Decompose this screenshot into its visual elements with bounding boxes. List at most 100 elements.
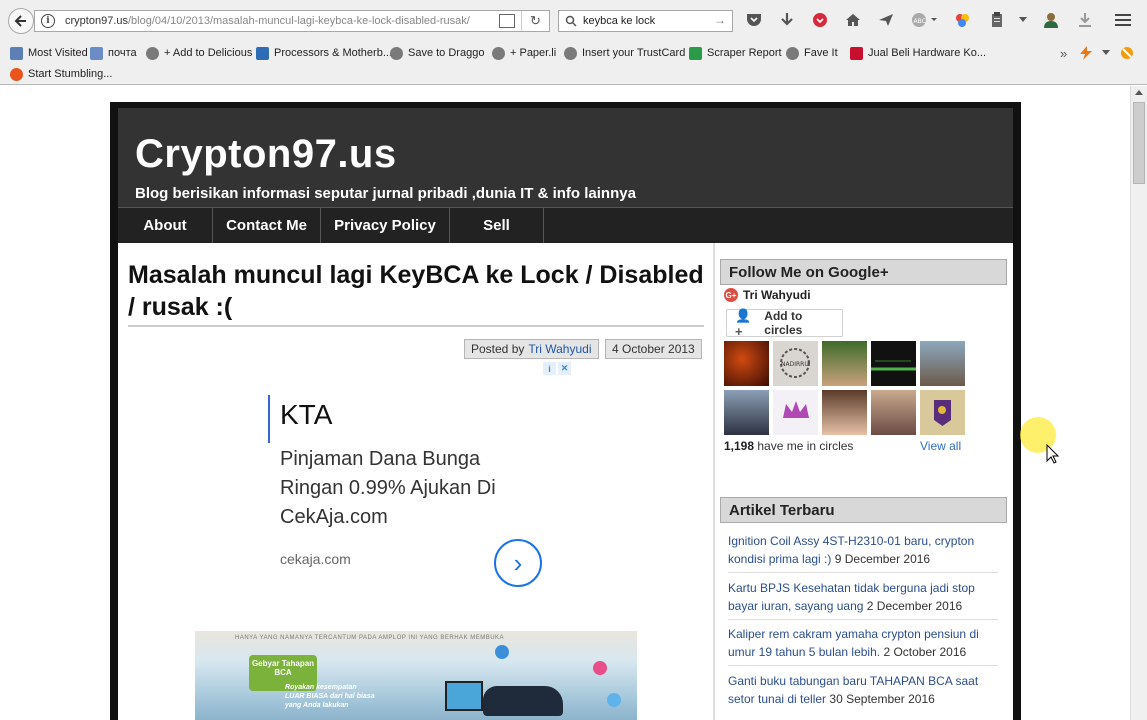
ad-domain[interactable]: cekaja.com: [280, 551, 351, 567]
downloads-icon[interactable]: [778, 11, 796, 29]
list-item[interactable]: Ignition Coil Assy 4ST-H2310-01 baru, cr…: [728, 532, 998, 573]
back-button[interactable]: [8, 8, 34, 34]
send-icon[interactable]: [877, 11, 895, 29]
download-status-icon[interactable]: [1076, 11, 1094, 29]
pocket-icon[interactable]: [745, 11, 763, 29]
blog-header: Crypton97.us Blog berisikan informasi se…: [118, 108, 1013, 207]
url-text[interactable]: crypton97.us/blog/04/10/2013/masalah-mun…: [65, 15, 485, 27]
menu-icon[interactable]: [1114, 11, 1132, 29]
nav-sell[interactable]: Sell: [450, 208, 544, 243]
bookmark-label: Scraper Report: [707, 47, 782, 59]
add-to-circles-button[interactable]: 👤+ Add to circles: [726, 308, 843, 339]
avatar[interactable]: [724, 341, 769, 386]
list-item[interactable]: Kaliper rem cakram yamaha crypton pensiu…: [728, 625, 998, 666]
bookmark-label: Fave It: [804, 47, 838, 59]
bookmark-label: + Paper.li: [510, 47, 557, 59]
browser-toolbar: i crypton97.us/blog/04/10/2013/masalah-m…: [0, 0, 1147, 41]
bookmark-stumbleupon[interactable]: Start Stumbling...: [10, 66, 112, 82]
bookmark-jualbeli[interactable]: Jual Beli Hardware Ko...: [850, 45, 986, 61]
url-bar[interactable]: i crypton97.us/blog/04/10/2013/masalah-m…: [34, 10, 550, 32]
bookmark-scraper[interactable]: Scraper Report: [689, 45, 782, 61]
recent-articles-heading: Artikel Terbaru: [720, 497, 1007, 523]
nav-about[interactable]: About: [118, 208, 213, 243]
laptop-graphic: [445, 681, 483, 711]
profile-name[interactable]: Tri Wahyudi: [743, 288, 811, 302]
bookmarks-toolbar: Most Visited почта + Add to Delicious Pr…: [0, 41, 1147, 85]
bookmark-faveit[interactable]: Fave It: [786, 45, 838, 61]
view-all-link[interactable]: View all: [920, 439, 961, 453]
block-icon: [1121, 47, 1133, 59]
reload-button[interactable]: ↻: [521, 11, 549, 31]
bookmark-label: Insert your TrustCard: [582, 47, 686, 59]
spellcheck-icon[interactable]: ABC: [910, 11, 940, 29]
search-input[interactable]: keybca ke lock: [583, 15, 655, 27]
avatar[interactable]: [871, 390, 916, 435]
site-title[interactable]: Crypton97.us: [135, 132, 397, 177]
double-chevron-icon: »: [1060, 45, 1068, 61]
stumbleupon-icon: [10, 67, 23, 81]
site-description: Blog berisikan informasi seputar jurnal …: [135, 185, 636, 202]
scroll-up-arrow-icon[interactable]: [1135, 90, 1143, 95]
nav-privacy-policy[interactable]: Privacy Policy: [321, 208, 450, 243]
google-plus-profile[interactable]: G+ Tri Wahyudi: [724, 288, 811, 302]
balloon-graphic: [593, 661, 607, 675]
info-icon[interactable]: i: [543, 362, 556, 375]
avatar[interactable]: [822, 390, 867, 435]
post-author-box: Posted by Tri Wahyudi: [464, 339, 599, 359]
nav-contact[interactable]: Contact Me: [213, 208, 321, 243]
nav-bar: About Contact Me Privacy Policy Sell: [118, 207, 1013, 243]
bookmark-processors[interactable]: Processors & Motherb...: [256, 45, 392, 61]
promo-text: Royakan kesempatan LUAR BIASA dari hal b…: [285, 684, 375, 709]
home-icon[interactable]: [844, 11, 862, 29]
site-info-icon[interactable]: i: [41, 14, 55, 28]
post-image[interactable]: HANYA YANG NAMANYA TERCANTUM PADA AMPLOP…: [195, 631, 637, 720]
bookmark-label: Processors & Motherb...: [274, 47, 392, 59]
avatar[interactable]: NADIRRU: [773, 341, 818, 386]
scrollbar-thumb[interactable]: [1133, 102, 1145, 184]
advertisement[interactable]: KTA Pinjaman Dana Bunga Ringan 0.99% Aju…: [268, 395, 568, 595]
posted-by-label: Posted by: [471, 342, 525, 356]
blog-container: Crypton97.us Blog berisikan informasi se…: [118, 108, 1013, 720]
list-item[interactable]: Ganti buku tabungan baru TAHAPAN BCA saa…: [728, 672, 998, 712]
post-title[interactable]: Masalah muncul lagi KeyBCA ke Lock / Dis…: [128, 259, 704, 323]
search-go-icon[interactable]: →: [714, 13, 726, 27]
bookmark-delicious[interactable]: + Add to Delicious: [146, 45, 252, 61]
add-to-circles-label: Add to circles: [764, 309, 803, 337]
article-date: 9 December 2016: [834, 552, 931, 566]
bookmark-draggo[interactable]: Save to Draggo: [390, 45, 484, 61]
extension-dropdown[interactable]: [1102, 45, 1110, 61]
avatar[interactable]: [724, 390, 769, 435]
search-bar[interactable]: keybca ke lock →: [558, 10, 733, 32]
close-icon[interactable]: ✕: [558, 362, 571, 375]
bookmark-label: Most Visited: [28, 47, 88, 59]
blocker-extension[interactable]: [1120, 45, 1134, 61]
bookmarks-overflow[interactable]: »: [1060, 45, 1067, 61]
pocket-save-icon[interactable]: [811, 11, 829, 29]
url-path: /blog/04/10/2013/masalah-muncul-lagi-key…: [127, 15, 470, 27]
bookmark-most-visited[interactable]: Most Visited: [10, 45, 88, 61]
adchoices-badge[interactable]: i ✕: [543, 362, 572, 375]
flash-extension[interactable]: [1078, 45, 1094, 61]
chrome-extension-icon[interactable]: [953, 11, 971, 29]
clipboard-icon[interactable]: [988, 11, 1006, 29]
reader-view-icon[interactable]: [499, 14, 515, 28]
list-item[interactable]: Kartu BPJS Kesehatan tidak berguna jadi …: [728, 579, 998, 620]
avatar[interactable]: [920, 390, 965, 435]
chevron-down-icon[interactable]: [1014, 11, 1032, 29]
avatar[interactable]: [773, 390, 818, 435]
bookmark-trustcard[interactable]: Insert your TrustCard: [564, 45, 685, 61]
post: Masalah muncul lagi KeyBCA ke Lock / Dis…: [128, 243, 704, 720]
page-scrollbar[interactable]: [1130, 86, 1147, 720]
bookmark-paperli[interactable]: + Paper.li: [492, 45, 556, 61]
avatar[interactable]: [871, 341, 916, 386]
blog-frame: Crypton97.us Blog berisikan informasi se…: [110, 102, 1021, 720]
article-date: 2 December 2016: [866, 599, 963, 613]
avatar[interactable]: [920, 341, 965, 386]
post-author[interactable]: Tri Wahyudi: [528, 342, 591, 356]
ad-headline[interactable]: KTA: [280, 399, 332, 431]
chevron-right-icon[interactable]: ›: [494, 539, 542, 587]
avatar[interactable]: [822, 341, 867, 386]
user-profile-icon[interactable]: [1042, 11, 1060, 29]
bookmark-pochta[interactable]: почта: [90, 45, 137, 61]
ad-body[interactable]: Pinjaman Dana Bunga Ringan 0.99% Ajukan …: [280, 445, 540, 532]
